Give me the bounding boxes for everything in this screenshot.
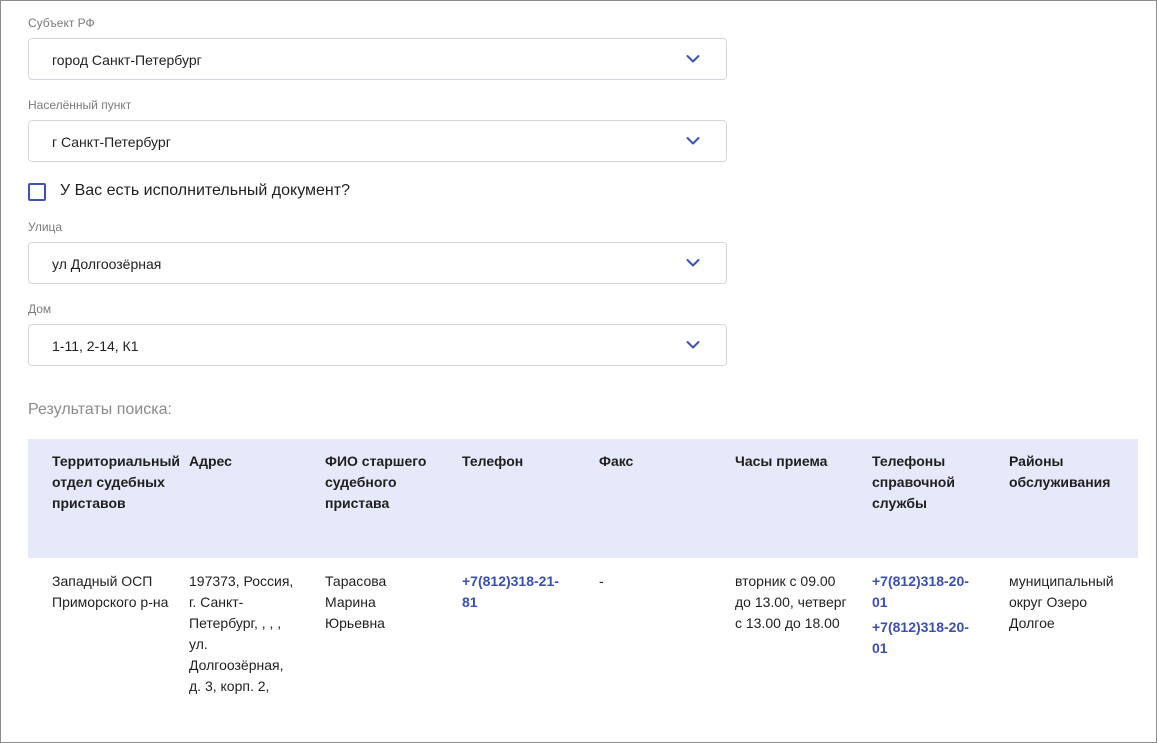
column-header-phone: Телефон	[462, 453, 524, 469]
column-header-hours: Часы приема	[735, 453, 828, 469]
results-table: Территориальный отдел судебных приставов…	[28, 439, 1138, 694]
cell-hours: вторник с 09.00 до 13.00, четверг с 13.0…	[735, 573, 847, 631]
column-header-chief: ФИО старшего судебного пристава	[325, 453, 427, 511]
subject-label: Субъект РФ	[28, 16, 95, 30]
street-select[interactable]: ул Долгоозёрная	[28, 242, 727, 284]
column-header-department: Территориальный отдел судебных приставов	[52, 453, 181, 511]
cell-fax: -	[599, 573, 604, 589]
cell-phone: +7(812)318-21-81	[462, 571, 572, 613]
subject-value: город Санкт-Петербург	[52, 52, 202, 68]
house-value: 1-11, 2-14, К1	[52, 338, 139, 354]
column-header-districts: Районы обслуживания	[1009, 453, 1111, 490]
locality-label: Населённый пункт	[28, 98, 132, 112]
cell-chief: Тарасова Марина Юрьевна	[325, 573, 387, 631]
house-label: Дом	[28, 302, 52, 316]
chevron-down-icon	[686, 259, 700, 267]
chevron-down-icon	[686, 341, 700, 349]
cell-districts: муниципальный округ Озеро Долгое	[1009, 573, 1114, 631]
street-value: ул Долгоозёрная	[52, 256, 162, 272]
table-header: Территориальный отдел судебных приставов…	[28, 439, 1138, 558]
has-document-label[interactable]: У Вас есть исполнительный документ?	[60, 180, 350, 202]
help-phone-link[interactable]: +7(812)318-20-01	[872, 617, 984, 659]
house-select[interactable]: 1-11, 2-14, К1	[28, 324, 727, 366]
locality-value: г Санкт-Петербург	[52, 134, 171, 150]
street-label: Улица	[28, 220, 63, 234]
has-document-checkbox[interactable]	[28, 183, 46, 201]
help-phone-link[interactable]: +7(812)318-20-01	[872, 571, 984, 613]
subject-select[interactable]: город Санкт-Петербург	[28, 38, 727, 80]
cell-help-phones: +7(812)318-20-01 +7(812)318-20-01	[872, 571, 984, 659]
chevron-down-icon	[686, 55, 700, 63]
chevron-down-icon	[686, 137, 700, 145]
cell-department: Западный ОСП Приморского р-на	[52, 573, 169, 610]
column-header-help-phones: Телефоны справочной службы	[872, 453, 955, 511]
column-header-address: Адрес	[189, 453, 232, 469]
cell-address: 197373, Россия, г. Санкт-Петербург, , , …	[189, 573, 294, 694]
column-header-fax: Факс	[599, 453, 634, 469]
results-title: Результаты поиска:	[28, 401, 172, 418]
locality-select[interactable]: г Санкт-Петербург	[28, 120, 727, 162]
phone-link[interactable]: +7(812)318-21-81	[462, 571, 572, 613]
